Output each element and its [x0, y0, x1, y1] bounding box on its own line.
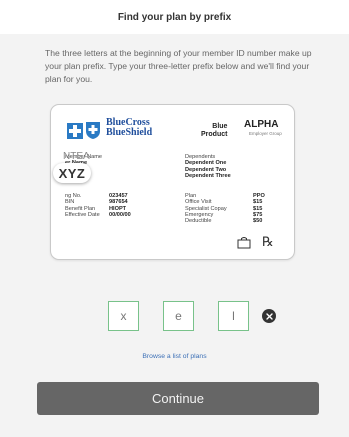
continue-button[interactable]: Continue	[37, 382, 319, 415]
dependent-item: Dependent Two	[185, 166, 227, 173]
member-id-card: BlueCross BlueShield Blue Product ALPHA …	[50, 104, 295, 260]
group-subtitle: Employer Group	[249, 131, 282, 136]
plan-value: $50	[253, 218, 263, 225]
rx-icon: ℞	[262, 234, 274, 249]
prefix-char-input-2[interactable]: e	[163, 301, 194, 331]
product-line-1: Blue	[212, 123, 228, 130]
page-title: Find your plan by prefix	[117, 11, 232, 23]
instructions-text: The three letters at the beginning of yo…	[45, 48, 312, 84]
plan-label: Deductible	[185, 218, 212, 225]
header: Find your plan by prefix	[0, 0, 349, 34]
group-name: ALPHA	[244, 119, 279, 130]
ids-value: HIOPT	[109, 205, 127, 212]
plan-value: PPO	[253, 193, 265, 199]
prefix-char-input-1[interactable]: x	[108, 301, 139, 331]
prefix-char-input-3[interactable]: l	[218, 301, 249, 331]
dependents-block: Dependents Dependent One Dependent Two D…	[185, 154, 231, 179]
ids-value: 987654	[109, 199, 128, 206]
shopping-bag-icon	[237, 237, 251, 249]
product-name: Blue Product	[201, 123, 227, 139]
plan-value: $75	[253, 211, 263, 218]
ids-label: Effective Date	[65, 211, 100, 218]
dependent-item: Dependent One	[185, 160, 227, 167]
badge-ghost-text: NTEA	[63, 151, 90, 162]
dependent-item: Dependent Three	[185, 172, 231, 179]
clear-button[interactable]	[262, 309, 276, 323]
blueshield-logo-icon	[86, 122, 100, 139]
close-icon	[265, 312, 273, 320]
plan-label: Specialist Copay	[185, 205, 227, 212]
bluecross-logo-icon	[67, 123, 83, 139]
plan-value: $15	[253, 199, 263, 206]
prefix-highlight-badge: XYZ	[53, 163, 91, 183]
plan-value: $15	[253, 205, 263, 212]
browse-plans-link[interactable]: Browse a list of plans	[0, 353, 349, 360]
brand-name: BlueCross BlueShield	[106, 118, 152, 138]
main-panel: The three letters at the beginning of yo…	[0, 34, 349, 437]
brand-line-2: BlueShield	[106, 127, 153, 138]
ids-value: 00/00/00	[109, 211, 131, 218]
product-line-2: Product	[201, 131, 228, 138]
ids-value: 023457	[109, 193, 128, 199]
